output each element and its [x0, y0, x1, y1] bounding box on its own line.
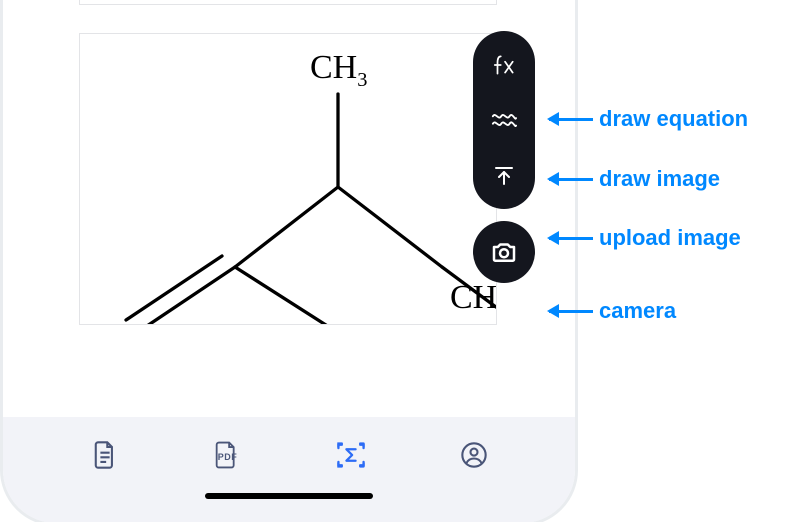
molecule-sketch	[80, 34, 496, 324]
callout-label: draw equation	[599, 106, 748, 132]
phone-frame: φ(L)ΔaXt = θ0 + θ(L)εt CH3	[0, 0, 578, 522]
bottom-nav: PDF	[3, 417, 575, 522]
arrow-icon	[549, 310, 593, 313]
chemistry-card[interactable]: CH3 CH	[79, 33, 497, 325]
draw-equation-button[interactable]	[482, 43, 526, 87]
nav-document[interactable]	[75, 435, 135, 475]
nav-profile[interactable]	[444, 435, 504, 475]
camera-icon	[489, 237, 519, 267]
profile-icon	[460, 441, 488, 469]
arrow-icon	[549, 237, 593, 240]
callout-label: upload image	[599, 225, 741, 251]
callout-upload-image: upload image	[549, 225, 741, 251]
upload-image-button[interactable]	[482, 154, 526, 198]
fx-icon	[491, 52, 517, 78]
arrow-icon	[549, 178, 593, 181]
callout-camera: camera	[549, 298, 676, 324]
sigma-scan-icon	[335, 440, 367, 470]
squiggle-icon	[491, 110, 517, 130]
camera-button[interactable]	[473, 221, 535, 283]
callout-label: draw image	[599, 166, 720, 192]
draw-image-button[interactable]	[482, 98, 526, 142]
equation-card[interactable]: φ(L)ΔaXt = θ0 + θ(L)εt	[79, 0, 497, 5]
document-icon	[91, 440, 119, 470]
fab-pill	[473, 31, 535, 209]
nav-pdf[interactable]: PDF	[198, 435, 258, 475]
arrow-icon	[549, 118, 593, 121]
callout-label: camera	[599, 298, 676, 324]
upload-icon	[492, 164, 516, 188]
callout-draw-image: draw image	[549, 166, 720, 192]
callout-draw-equation: draw equation	[549, 106, 748, 132]
chem-label-ch-partial: CH	[450, 279, 497, 317]
pdf-text: PDF	[218, 452, 238, 462]
home-indicator	[205, 493, 373, 499]
nav-scan[interactable]	[321, 435, 381, 475]
